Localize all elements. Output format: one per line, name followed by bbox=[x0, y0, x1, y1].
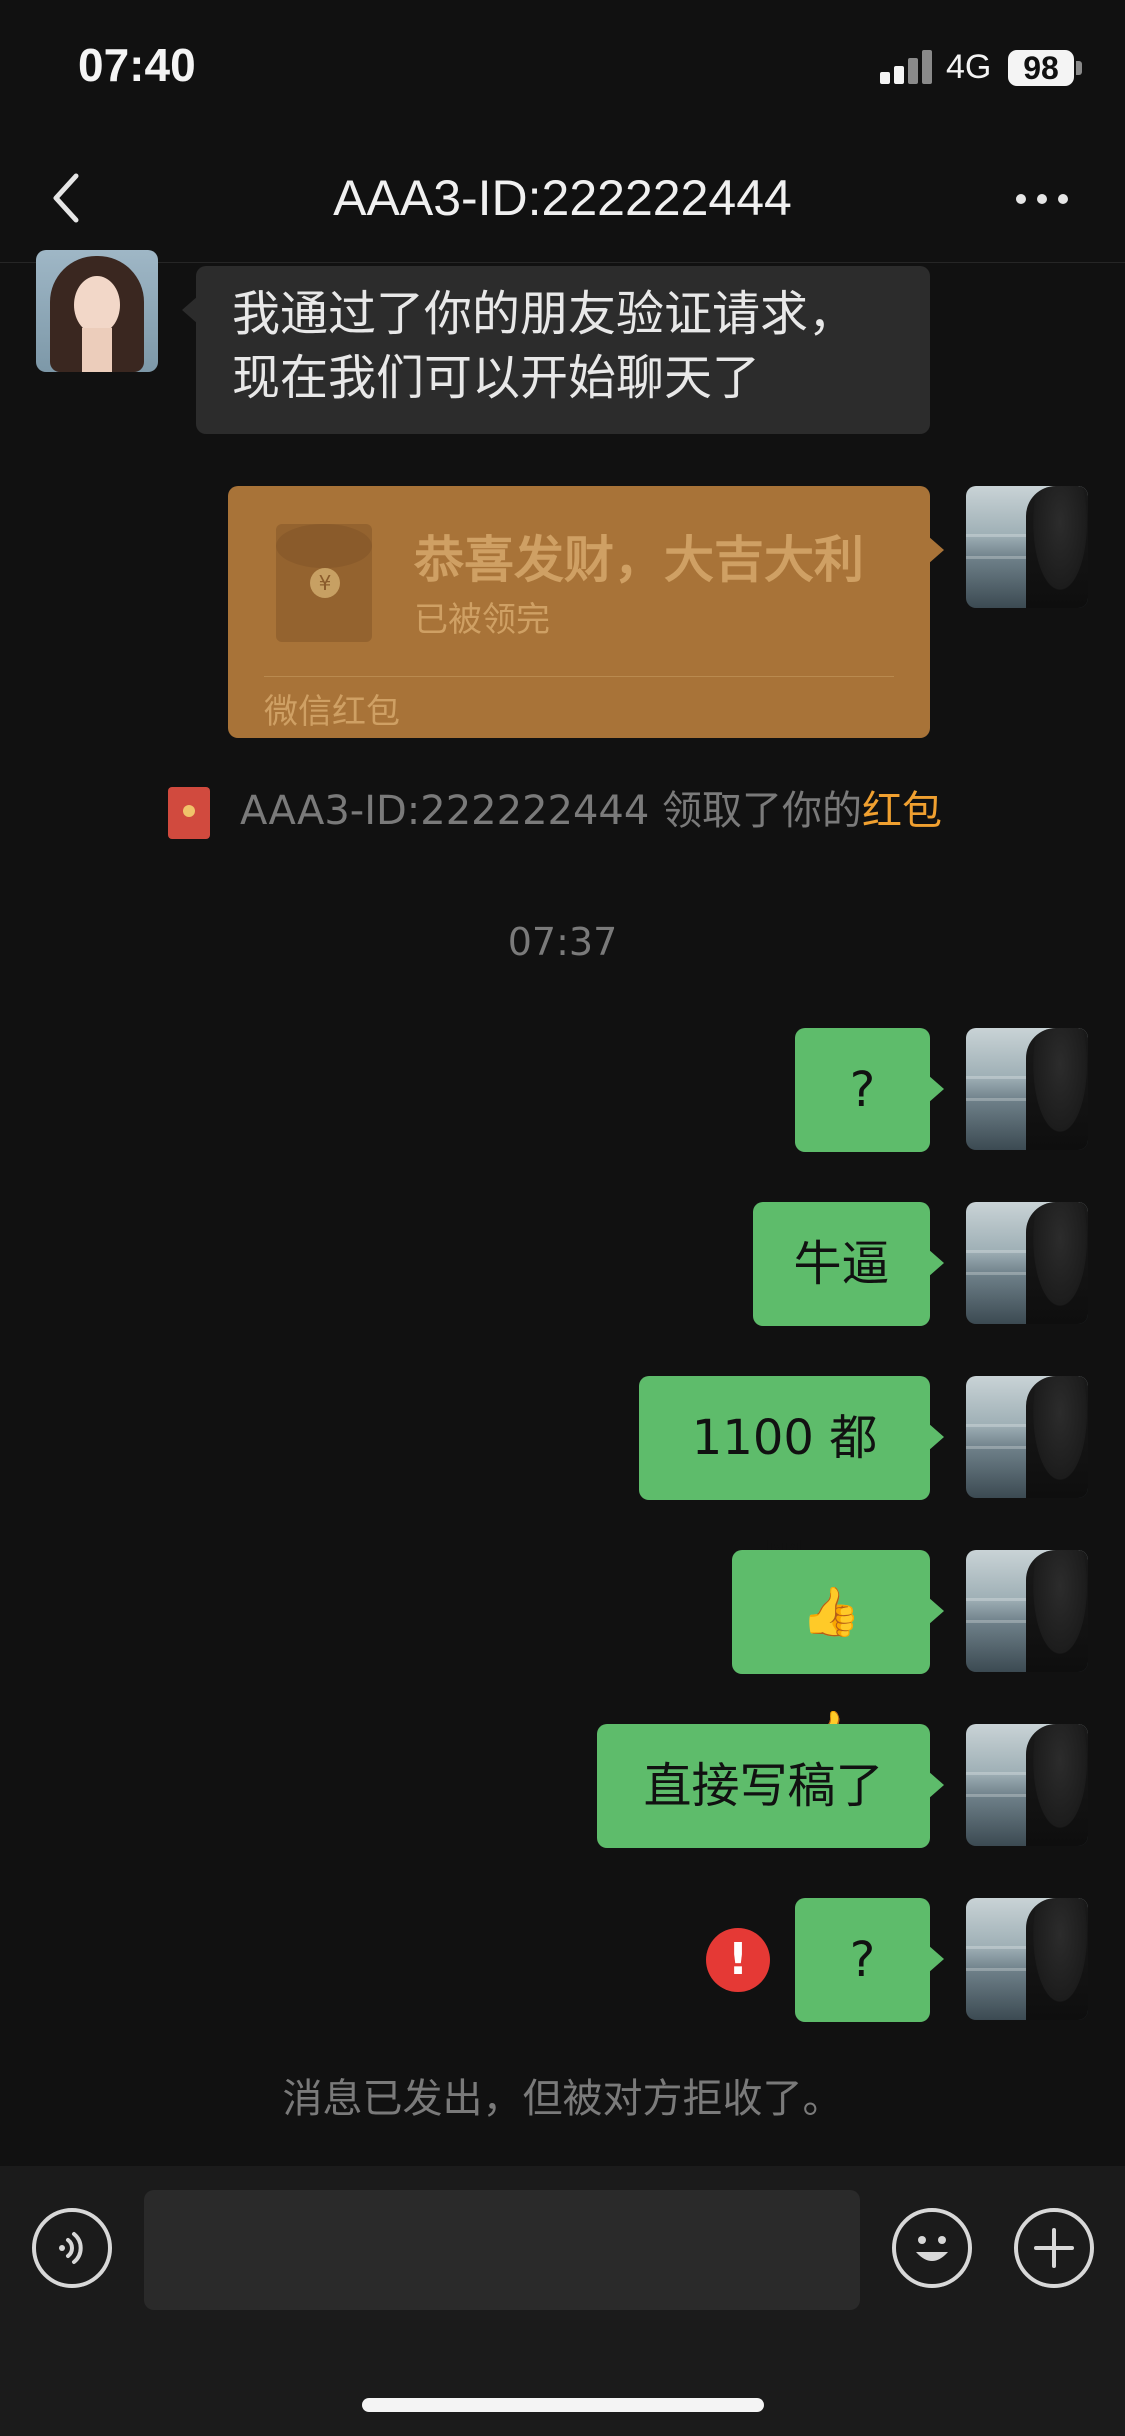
rejected-notice: 消息已发出，但被对方拒收了。 bbox=[282, 2076, 843, 2122]
my-avatar[interactable] bbox=[966, 1376, 1088, 1498]
outgoing-message-bubble[interactable]: 1100 都黑 bbox=[639, 1376, 944, 1590]
outgoing-message-bubble[interactable]: ? bbox=[795, 1028, 944, 1152]
send-failed-icon[interactable]: ! bbox=[706, 1928, 770, 1992]
red-packet-link[interactable]: 红包 bbox=[862, 788, 942, 834]
message-input[interactable] bbox=[144, 2190, 860, 2310]
red-packet-footer: 微信红包 bbox=[264, 692, 400, 732]
status-time: 07:40 bbox=[78, 39, 196, 91]
chat-timestamp: 07:37 bbox=[507, 920, 618, 964]
outgoing-message-bubble[interactable]: 牛逼 bbox=[753, 1202, 944, 1326]
header-divider bbox=[0, 262, 1125, 263]
outgoing-message-text: ? bbox=[849, 1932, 876, 1988]
my-avatar[interactable] bbox=[966, 1550, 1088, 1672]
smile-icon[interactable] bbox=[892, 2208, 972, 2288]
home-indicator[interactable] bbox=[362, 2398, 764, 2412]
outgoing-message-text: 牛逼 bbox=[793, 1236, 890, 1292]
chat-title: AAA3-ID:222222444 bbox=[333, 170, 792, 226]
outgoing-message-bubble[interactable]: 直接写稿了 bbox=[597, 1724, 944, 1848]
plus-icon[interactable] bbox=[1014, 2208, 1094, 2288]
my-avatar[interactable] bbox=[966, 1028, 1088, 1150]
system-red-packet-notice: AAA3-ID:222222444 领取了你的红包 bbox=[168, 784, 942, 839]
my-avatar[interactable] bbox=[966, 486, 1088, 608]
red-packet-mini-icon bbox=[168, 787, 210, 839]
system-notice-text: AAA3-ID:222222444 领取了你的 bbox=[240, 788, 863, 834]
more-ellipsis-icon[interactable] bbox=[1012, 188, 1072, 208]
red-packet-icon: ¥ bbox=[276, 524, 372, 642]
red-packet-title: 恭喜发财，大吉大利 bbox=[414, 531, 864, 589]
my-avatar[interactable] bbox=[966, 1202, 1088, 1324]
outgoing-message-text: ? bbox=[849, 1062, 876, 1118]
red-packet-status: 已被领完 bbox=[414, 600, 550, 640]
outgoing-message-bubble[interactable]: ? bbox=[795, 1898, 944, 2022]
my-avatar[interactable] bbox=[966, 1898, 1088, 2020]
contact-avatar[interactable] bbox=[36, 250, 158, 372]
battery-icon: 98 bbox=[1008, 50, 1074, 86]
my-avatar[interactable] bbox=[966, 1724, 1088, 1846]
incoming-message-bubble[interactable]: 我通过了你的朋友验证请求，现在我们可以开始聊天了 bbox=[182, 266, 930, 434]
signal-icon bbox=[880, 50, 934, 84]
outgoing-message-bubble[interactable]: 👍👍 bbox=[732, 1550, 944, 1764]
voice-icon[interactable] bbox=[32, 2208, 112, 2288]
outgoing-message-text: 直接写稿了 bbox=[643, 1758, 884, 1814]
red-packet-card[interactable]: ¥ 恭喜发财，大吉大利 已被领完 微信红包 bbox=[228, 486, 944, 738]
network-type: 4G bbox=[946, 48, 992, 86]
battery-tip bbox=[1076, 61, 1082, 75]
incoming-message-text: 我通过了你的朋友验证请求，现在我们可以开始聊天了 bbox=[232, 286, 857, 406]
red-packet-divider bbox=[264, 676, 894, 677]
